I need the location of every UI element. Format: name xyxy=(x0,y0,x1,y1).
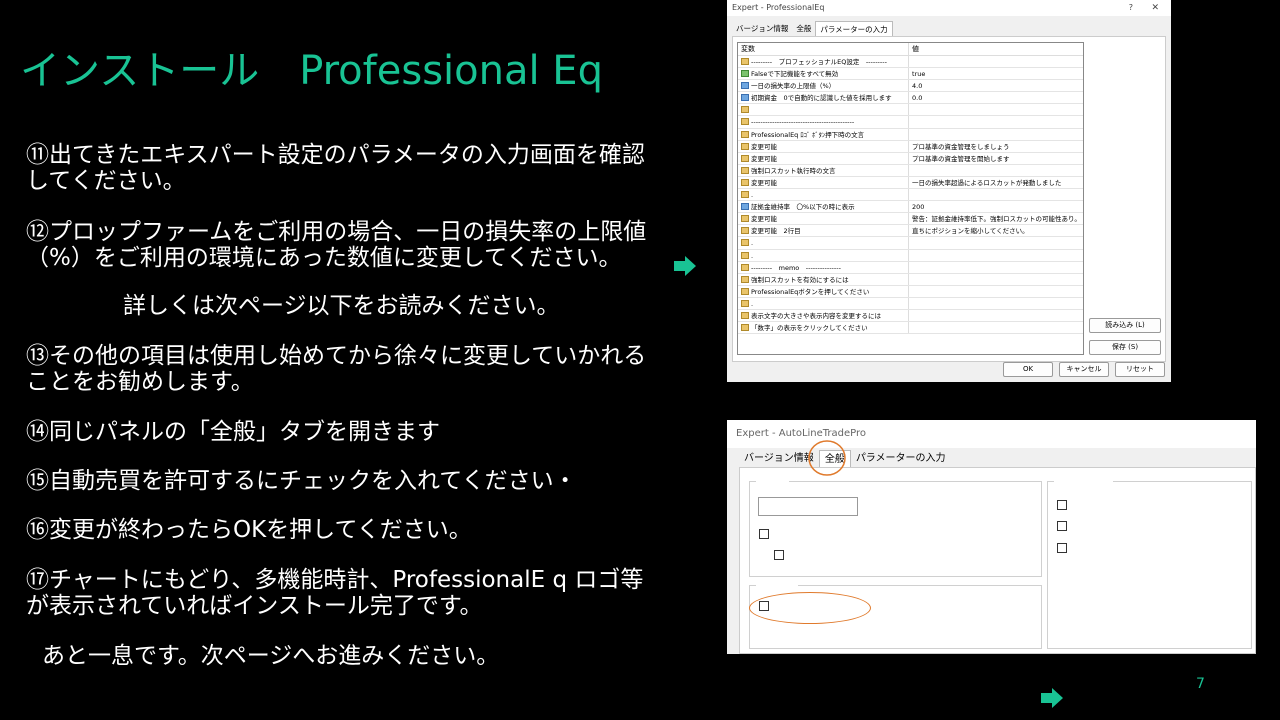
highlight-general-tab xyxy=(808,440,846,476)
tab-input-parameters[interactable]: パラメーターの入力 xyxy=(851,450,951,467)
page-number: 7 xyxy=(1196,676,1205,692)
step-14: ⑭同じパネルの「全般」タブを開きます xyxy=(26,419,440,445)
step-13: ⑬その他の項目は使用し始めてから徐々に変更していかれることをお勧めします。 xyxy=(26,343,647,395)
allow-signal-change-checkbox[interactable] xyxy=(1057,543,1067,553)
enable-alert-checkbox[interactable]: ✓ xyxy=(759,529,769,539)
step-15: ⑮自動売買を許可するにチェックを入れてください・ xyxy=(26,468,577,494)
step-11: ⑪出てきたエキスパート設定のパラメータの入力画面を確認してください。 xyxy=(26,142,645,194)
step-12: ⑫プロップファームをご利用の場合、一日の損失率の上限値（%）をご利用の環境にあっ… xyxy=(26,219,647,271)
highlight-loss-limit xyxy=(727,0,1171,382)
closing-note: あと一息です。次ページへお進みください。 xyxy=(42,643,500,669)
allow-external-expert-checkbox[interactable]: ✓ xyxy=(1057,521,1067,531)
common-group: コモン xyxy=(749,475,1042,577)
safety-group-label: セイフティー xyxy=(1054,475,1114,488)
position-select[interactable]: Long & Short ⌄ xyxy=(758,497,858,516)
disable-alert-once-checkbox[interactable] xyxy=(774,550,784,560)
arrow-right-icon xyxy=(1041,688,1063,708)
highlight-auto-trade xyxy=(749,592,871,624)
arrow-right-icon xyxy=(674,256,696,276)
position-select-value: Long & Short xyxy=(763,501,829,512)
step-16: ⑯変更が終わったらOKを押してください。 xyxy=(26,517,472,543)
chevron-down-icon: ⌄ xyxy=(844,501,852,511)
common-group-label: コモン xyxy=(756,475,790,488)
auto-trade-group-label: 自動売買 xyxy=(756,579,799,592)
step-12-note: 詳しくは次ページ以下をお読みください。 xyxy=(123,293,560,319)
page-title: インストール Professional Eq xyxy=(20,48,603,94)
step-17: ⑰チャートにもどり、多機能時計、ProfessionalE q ロゴ等が表示され… xyxy=(26,567,644,619)
safety-group: セイフティー xyxy=(1047,475,1252,649)
allow-dll-checkbox[interactable]: ✓ xyxy=(1057,500,1067,510)
